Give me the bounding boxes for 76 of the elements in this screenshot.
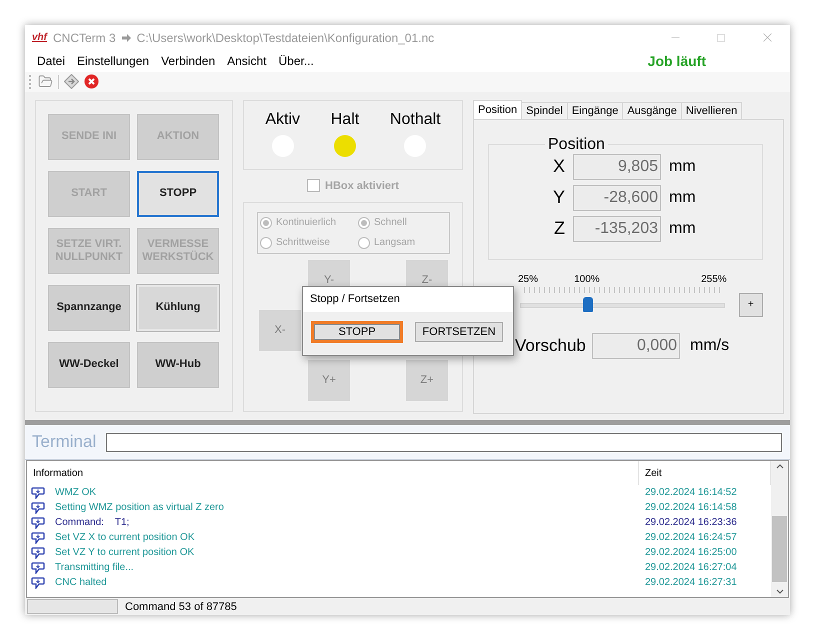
tab[interactable]: Ausgänge [622,102,682,119]
speech-bubble-icon [31,486,45,499]
speech-bubble-icon [31,576,45,589]
unit-label: mm/s [690,336,730,355]
log-time: 29.02.2024 16:14:58 [644,502,738,514]
indicator-label: Aktiv [265,110,300,129]
terminal-label: Terminal [32,432,96,452]
maximize-icon[interactable] [716,32,726,42]
control-button[interactable]: WW-Deckel [48,342,130,388]
tick-label: 100% [574,274,600,285]
log-message: Command: T1; [55,517,130,528]
control-button[interactable]: Kühlung [137,284,219,331]
log-time: 29.02.2024 16:24:57 [644,532,738,544]
tab[interactable]: Nivellieren [680,102,742,119]
control-button[interactable]: STOPP [137,170,219,217]
log-time: 29.02.2024 16:27:04 [644,562,738,574]
log-time: 29.02.2024 16:14:52 [644,487,738,498]
tick-label: 255% [701,274,727,285]
axis-label: Y [552,187,565,208]
status-text: Command 53 of 87785 [125,600,237,612]
speech-bubble-icon [31,532,45,544]
scrollbar[interactable] [771,461,788,598]
log-time: 29.02.2024 16:23:36 [644,517,738,528]
log-message: CNC halted [55,577,107,588]
control-button[interactable]: WW-Hub [137,342,219,388]
column-header[interactable]: Information [27,461,639,486]
log-message: Set VZ Y to current position OK [55,547,194,558]
unit-label: mm [669,220,696,238]
scroll-up-icon[interactable] [776,464,784,470]
group-title: Position [547,136,606,154]
dialog-button[interactable]: STOPP [311,320,403,343]
speed-slider[interactable] [520,296,725,311]
plus-button[interactable]: + [738,292,763,317]
indicator-label: Halt [330,110,360,129]
indicator-label: Nothalt [390,110,441,129]
axis-label: X [552,156,565,178]
file-path: C:\Users\work\Desktop\Testdateien\Konfiguration_01.nc [136,30,434,44]
tab[interactable]: Eingänge [566,102,624,119]
slider-thumb[interactable] [582,296,593,312]
axis-label: Z [553,218,565,240]
log-message: Transmitting file... [55,562,134,574]
tab[interactable]: Spindel [521,102,568,119]
checkbox-label: HBox aktiviert [325,180,399,192]
menu-item[interactable]: Datei [31,52,72,70]
diamond-arrow-icon[interactable] [64,74,79,90]
terminal-input[interactable] [106,432,782,452]
app-logo: vhf [32,32,47,43]
position-field: 9,805 [573,154,661,180]
tick-label: 25% [518,274,538,285]
log-time: 29.02.2024 16:27:31 [644,577,738,588]
folder-icon[interactable] [38,74,53,90]
unit-label: mm [669,158,696,176]
speech-bubble-icon [31,546,45,559]
menu-item[interactable]: Über... [272,52,320,70]
unit-label: mm [669,188,696,207]
window-title: CNCTerm 3 [53,30,116,44]
position-field: -28,600 [573,184,661,211]
menu-item[interactable]: Einstellungen [71,52,156,70]
control-button[interactable]: Spannzange [48,284,130,331]
menu-item[interactable]: Verbinden [155,52,222,70]
feed-field: 0,000 [592,332,680,359]
speech-bubble-icon [31,562,45,574]
log-time: 29.02.2024 16:25:00 [644,547,738,558]
log-message: Setting WMZ position as virtual Z zero [55,502,224,514]
log-message: Set VZ X to current position OK [55,532,195,544]
speech-bubble-icon [31,516,45,529]
speech-bubble-icon [31,502,45,514]
dialog-button[interactable]: FORTSETZEN [415,322,503,342]
job-status: Job läuft [648,52,706,69]
log-message: WMZ OK [55,487,96,498]
arrow-icon [122,34,131,42]
scroll-down-icon[interactable] [776,589,784,594]
tab[interactable]: Position [473,100,522,119]
menu-item[interactable]: Ansicht [221,52,272,70]
stop-icon[interactable] [84,74,99,90]
position-field: -135,203 [573,216,661,242]
